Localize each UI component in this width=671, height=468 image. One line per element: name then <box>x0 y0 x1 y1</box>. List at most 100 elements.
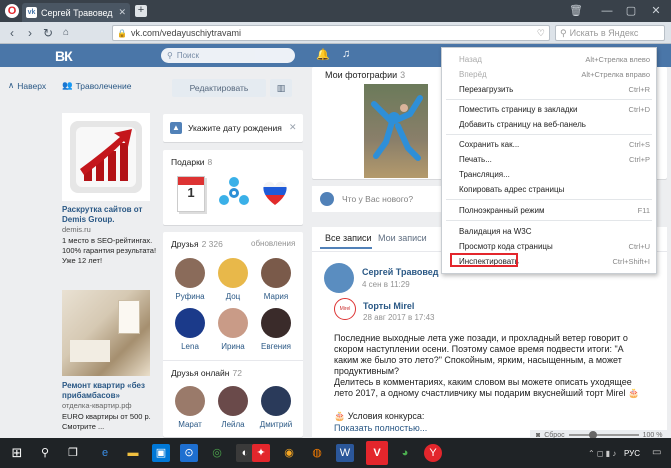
profile-photo[interactable] <box>364 84 428 178</box>
friend-name[interactable]: Lena <box>170 342 210 351</box>
app-icon[interactable]: ✦ <box>252 444 270 462</box>
close-window-icon[interactable]: ✕ <box>645 3 667 19</box>
firefox-icon[interactable]: ◍ <box>308 444 326 462</box>
search-icon[interactable]: ⚲ <box>36 444 54 462</box>
trash-icon[interactable]: 🗑 <box>565 3 587 19</box>
bell-icon[interactable]: 🔔 <box>316 48 330 61</box>
friend-name[interactable]: Руфина <box>170 292 210 301</box>
bookmark-icon[interactable]: ♡ <box>537 28 545 39</box>
close-icon[interactable]: ✕ <box>289 122 297 133</box>
online-friends-title[interactable]: Друзья онлайн 72 <box>171 368 242 378</box>
ad-title[interactable]: Ремонт квартир «без прибамбасов» <box>62 381 152 401</box>
ad-image-apartment[interactable] <box>62 290 150 376</box>
app-icon[interactable]: ◎ <box>208 444 226 462</box>
yandex-icon[interactable]: Y <box>424 444 442 462</box>
opera-icon[interactable]: V <box>366 441 388 465</box>
menu-item-validate[interactable]: Валидация на W3C <box>442 224 656 238</box>
ad-domain[interactable]: отделка-квартир.рф <box>62 401 157 411</box>
menu-item-view-source[interactable]: Просмотр кода страницы Ctrl+U <box>442 239 656 253</box>
back-to-top-link[interactable]: ∧ Наверх <box>8 80 46 91</box>
photos-title[interactable]: Мои фотографии 3 <box>325 70 405 80</box>
ad-title[interactable]: Раскрутка сайтов от Demis Group. <box>62 205 152 225</box>
friend-avatar[interactable] <box>261 386 291 416</box>
windows-start-icon[interactable]: ⊞ <box>8 444 26 462</box>
friend-name[interactable]: Дмитрий <box>256 420 296 429</box>
app-icon[interactable]: ⊙ <box>180 444 198 462</box>
post-author[interactable]: Сергей Травовед <box>362 267 439 277</box>
gift-calendar[interactable]: 1 <box>177 176 205 212</box>
folder-icon[interactable]: ▬ <box>124 444 142 462</box>
language-indicator[interactable]: РУС <box>624 449 640 458</box>
menu-item-forward[interactable]: Вперёд Alt+Стрелка вправо <box>442 67 656 81</box>
ad-domain[interactable]: demis.ru <box>62 225 157 235</box>
show-more-link[interactable]: Показать полностью... <box>334 423 427 433</box>
friend-avatar[interactable] <box>218 308 248 338</box>
chrome-icon[interactable]: ◕ <box>396 444 414 462</box>
birthday-label[interactable]: Укажите дату рождения <box>188 123 282 133</box>
gifts-title[interactable]: Подарки 8 <box>171 157 212 167</box>
friends-title[interactable]: Друзья 2 326 <box>171 239 223 249</box>
menu-item-webpanel[interactable]: Добавить страницу на веб-панель <box>442 117 656 131</box>
notifications-icon[interactable]: ▭ <box>652 447 661 458</box>
mirel-logo[interactable]: Mirel <box>334 298 356 320</box>
new-tab-button[interactable]: + <box>135 5 147 17</box>
tab-my-posts[interactable]: Мои записи <box>378 233 427 243</box>
zoom-slider[interactable] <box>568 431 639 439</box>
friend-avatar[interactable] <box>261 258 291 288</box>
growth-chart-icon <box>70 121 142 193</box>
menu-item-back[interactable]: Назад Alt+Стрелка влево <box>442 52 656 66</box>
tray-icons[interactable]: ⌃ ◻ ▮ ♪ <box>588 449 616 458</box>
vk-search-input[interactable]: ⚲ Поиск <box>161 48 295 63</box>
word-icon[interactable]: W <box>336 444 354 462</box>
forward-icon[interactable]: › <box>22 25 38 41</box>
app-icon[interactable]: ◉ <box>280 444 298 462</box>
url-input[interactable]: 🔒 vk.com/vedayuschiytravami ♡ <box>112 25 550 41</box>
menu-item-copy-address[interactable]: Копировать адрес страницы <box>442 182 656 196</box>
friend-name[interactable]: Евгения <box>256 342 296 351</box>
edge-icon[interactable]: e <box>96 444 114 462</box>
home-icon[interactable]: ⌂ <box>58 25 74 41</box>
menu-item-save-as[interactable]: Сохранить как... Ctrl+S <box>442 137 656 151</box>
friend-avatar[interactable] <box>175 386 205 416</box>
task-view-icon[interactable]: ❐ <box>64 444 82 462</box>
friend-avatar[interactable] <box>218 386 248 416</box>
tab-close-icon[interactable]: ✕ <box>118 7 126 18</box>
menu-item-cast[interactable]: Трансляция... <box>442 167 656 181</box>
gift-heart[interactable] <box>259 176 291 208</box>
search-input[interactable]: ⚲ Искать в Яндекс <box>555 25 665 41</box>
repost-author[interactable]: Торты Mirel <box>363 301 414 311</box>
friend-avatar[interactable] <box>261 308 291 338</box>
gift-spinner[interactable] <box>217 176 251 210</box>
friend-name[interactable]: Доц <box>213 292 253 301</box>
friend-name[interactable]: Лейла <box>213 420 253 429</box>
vk-logo[interactable]: ВК <box>55 48 73 64</box>
friend-avatar[interactable] <box>175 258 205 288</box>
menu-item-reload[interactable]: Перезагрузить Ctrl+R <box>442 82 656 96</box>
friend-name[interactable]: Ирина <box>213 342 253 351</box>
menu-item-bookmark[interactable]: Поместить страницу в закладки Ctrl+D <box>442 102 656 116</box>
ad-image-growth[interactable] <box>62 113 150 201</box>
reload-icon[interactable]: ↻ <box>40 25 56 41</box>
minimize-icon[interactable]: — <box>596 3 618 19</box>
menu-item-fullscreen[interactable]: Полноэкранный режим F11 <box>442 203 656 217</box>
music-icon[interactable]: ♫ <box>342 48 350 60</box>
updates-link[interactable]: обновления <box>251 239 295 248</box>
store-icon[interactable]: ▣ <box>152 444 170 462</box>
nav-item-herb[interactable]: 👥 Траволечение <box>62 80 131 91</box>
edit-profile-button[interactable]: Редактировать <box>172 79 266 97</box>
author-avatar[interactable] <box>324 263 354 293</box>
back-icon[interactable]: ‹ <box>4 25 20 41</box>
new-post-box[interactable]: Что у Вас нового? <box>312 186 442 212</box>
friend-avatar[interactable] <box>175 308 205 338</box>
friend-avatar[interactable] <box>218 258 248 288</box>
post-date[interactable]: 4 сен в 11:29 <box>362 280 410 289</box>
friend-name[interactable]: Марат <box>170 420 210 429</box>
browser-tab[interactable]: vk Сергей Травовед ✕ <box>22 3 130 22</box>
opera-menu-icon[interactable]: O <box>5 4 19 18</box>
stats-button[interactable]: ▥ <box>270 79 292 97</box>
menu-item-print[interactable]: Печать... Ctrl+P <box>442 152 656 166</box>
repost-date[interactable]: 28 авг 2017 в 17:43 <box>363 313 434 322</box>
friend-name[interactable]: Мария <box>256 292 296 301</box>
tab-all-posts[interactable]: Все записи <box>325 233 372 243</box>
maximize-icon[interactable]: ▢ <box>620 3 642 19</box>
